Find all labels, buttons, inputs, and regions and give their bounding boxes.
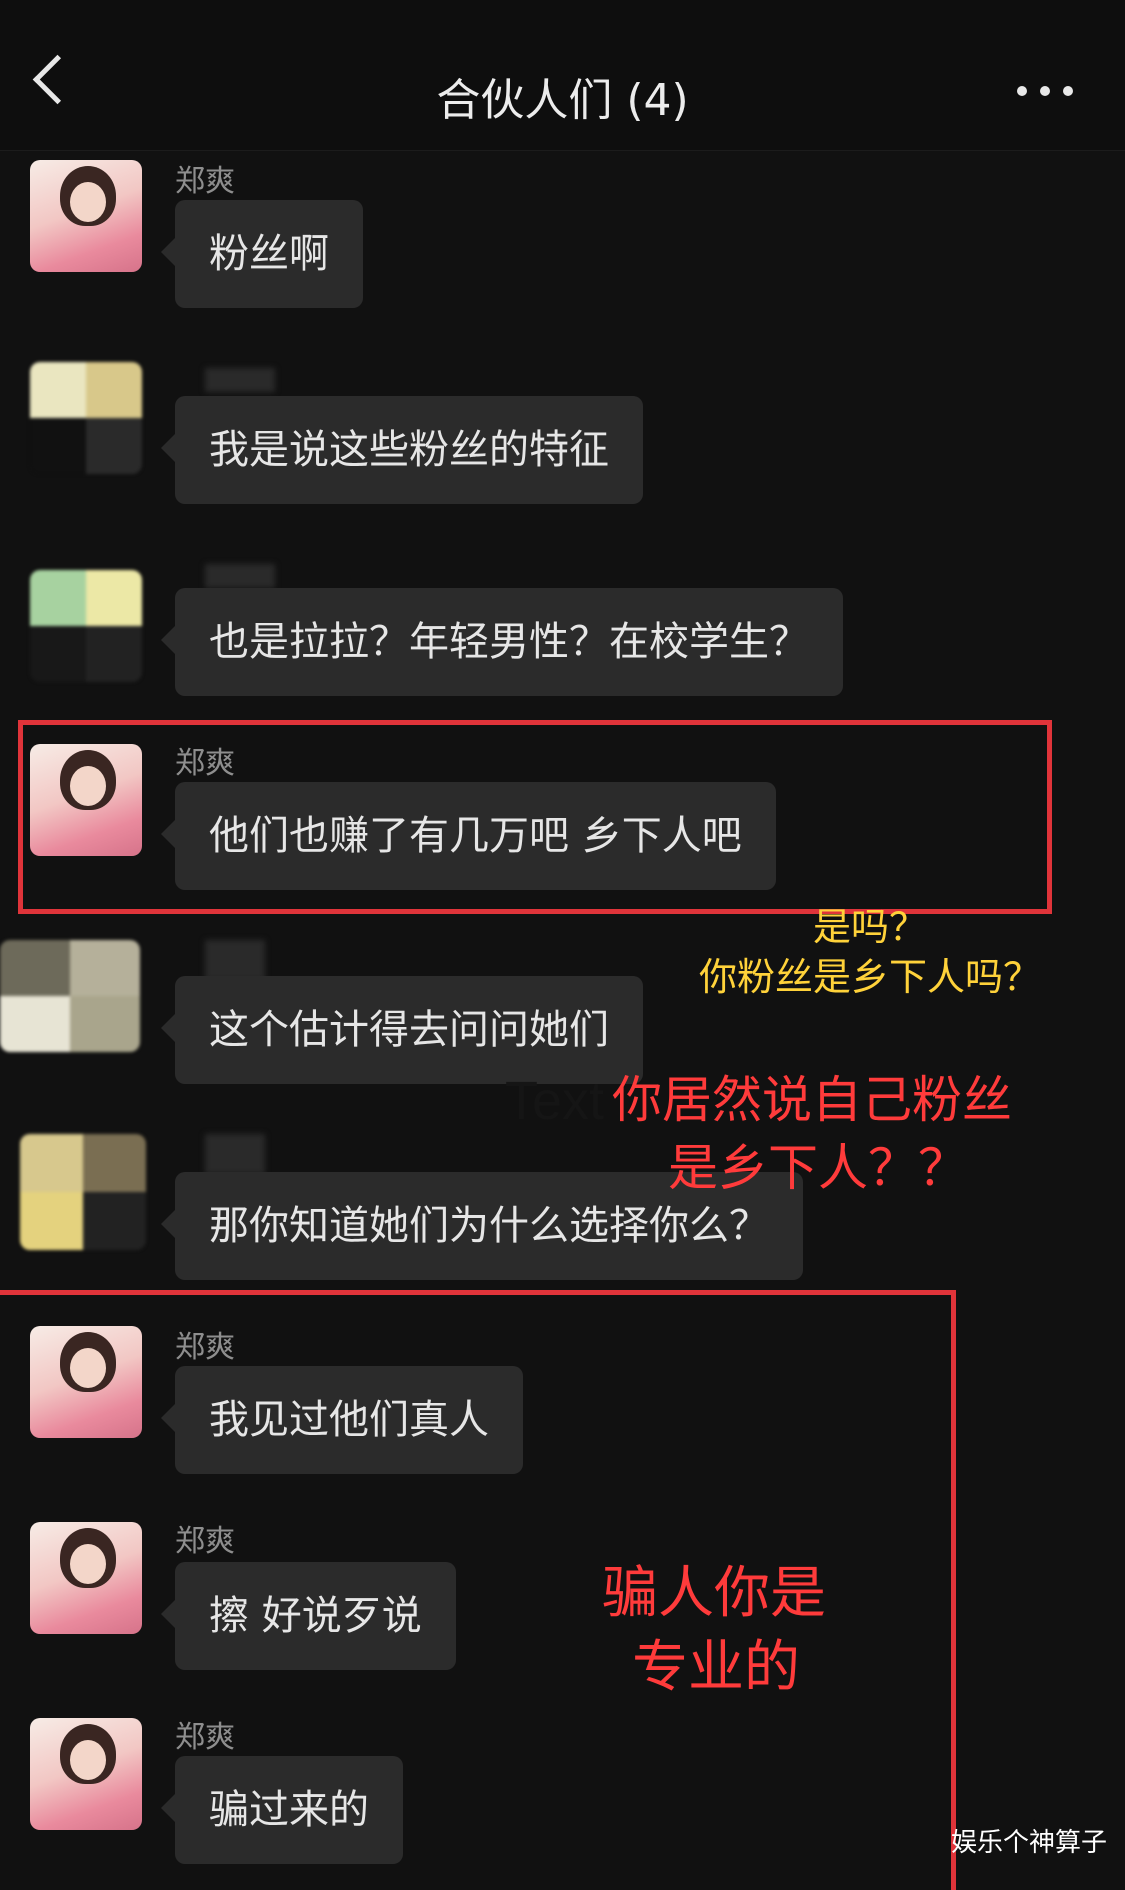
- message-bubble[interactable]: 这个估计得去问问她们: [161, 976, 643, 1084]
- more-dot: [1017, 86, 1027, 96]
- annotation-red: 是乡下人？？: [668, 1139, 968, 1197]
- avatar[interactable]: [30, 362, 142, 474]
- stray-text: Text: [505, 1071, 605, 1131]
- avatar[interactable]: [0, 940, 140, 1052]
- more-dots-icon[interactable]: [1017, 86, 1073, 96]
- annotation-yellow: 你粉丝是乡下人吗？: [698, 955, 1041, 999]
- chat-title: 合伙人们 (4): [436, 75, 689, 126]
- more-dot: [1063, 86, 1073, 96]
- annotation-yellow: 是吗？: [812, 905, 927, 949]
- annotation-red: 骗人你是: [602, 1561, 826, 1626]
- chat-header: 合伙人们 (4): [0, 0, 1125, 151]
- blurred-sender-name: [205, 940, 265, 980]
- blurred-sender-name: [205, 564, 275, 588]
- blurred-sender-name: [205, 368, 275, 392]
- avatar[interactable]: [20, 1134, 146, 1250]
- avatar[interactable]: [30, 160, 142, 272]
- avatar[interactable]: [30, 570, 142, 682]
- more-dot: [1040, 86, 1050, 96]
- sender-name: 郑爽: [175, 164, 235, 199]
- message-bubble[interactable]: 也是拉拉？年轻男性？在校学生？: [161, 588, 843, 696]
- highlight-frame: [18, 720, 1052, 914]
- watermark: 娱乐个神算子: [950, 1828, 1107, 1858]
- blurred-sender-name: [205, 1134, 265, 1174]
- message-bubble[interactable]: 粉丝啊: [161, 200, 363, 308]
- message-bubble[interactable]: 我是说这些粉丝的特征: [161, 396, 643, 504]
- annotation-red: 专业的: [632, 1635, 800, 1700]
- annotation-red: 你居然说自己粉丝: [612, 1071, 1012, 1129]
